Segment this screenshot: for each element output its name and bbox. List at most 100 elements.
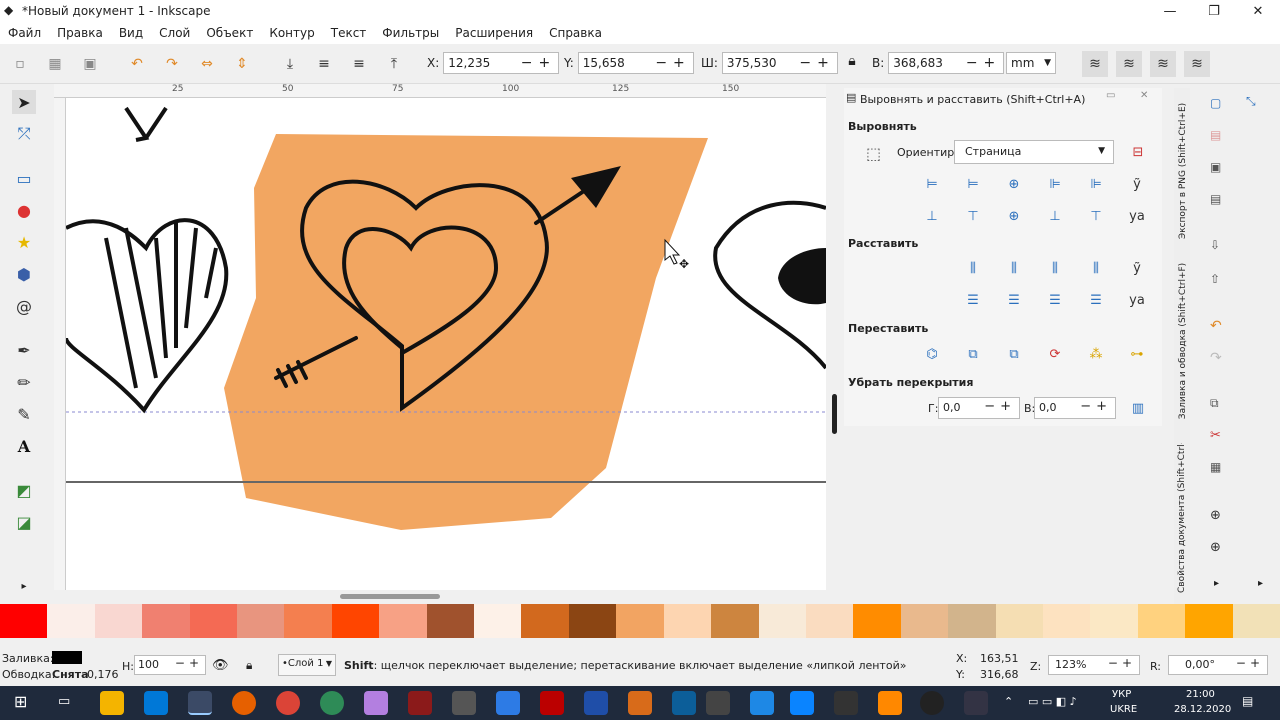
menu-text[interactable]: Текст: [323, 26, 375, 40]
zoom-selection-icon[interactable]: ⊕: [1210, 508, 1221, 523]
palette-swatch[interactable]: [94, 604, 143, 638]
zoom-stepper[interactable]: −+: [1108, 656, 1136, 670]
tab-export-png[interactable]: Экспорт в PNG (Shift+Ctrl+E): [1178, 88, 1188, 254]
palette-swatch[interactable]: [805, 604, 854, 638]
menu-edit[interactable]: Правка: [49, 26, 111, 40]
scale-corners-icon[interactable]: ≋: [1116, 51, 1142, 77]
palette-swatch[interactable]: [616, 604, 664, 638]
import-icon[interactable]: ⇩: [1210, 238, 1220, 252]
distribute-top-icon[interactable]: ☰: [961, 288, 985, 312]
align-left-icon[interactable]: ⊨: [961, 172, 985, 196]
spiral-tool-icon[interactable]: @: [12, 294, 36, 318]
save-icon[interactable]: ▣: [1210, 160, 1221, 174]
palette-swatch[interactable]: [995, 604, 1043, 638]
rectangle-tool-icon[interactable]: ▭: [12, 166, 36, 190]
v-gap-stepper[interactable]: −+: [1080, 399, 1112, 414]
tray-chevron-icon[interactable]: ⌃: [1004, 695, 1013, 708]
copy-icon[interactable]: ⧉: [1210, 396, 1219, 411]
layer-lock-icon[interactable]: 🔒︎: [246, 658, 252, 673]
panel-float-icon[interactable]: ▭: [1106, 90, 1115, 101]
palette-swatch[interactable]: [1090, 604, 1138, 638]
browser-icon[interactable]: [320, 691, 344, 715]
app9-icon[interactable]: [964, 691, 988, 715]
fill-swatch[interactable]: [52, 651, 82, 664]
text-tool-icon[interactable]: A: [12, 434, 36, 458]
menu-object[interactable]: Объект: [198, 26, 261, 40]
palette-swatch[interactable]: [379, 604, 427, 638]
menu-path[interactable]: Контур: [261, 26, 322, 40]
snap-toggle-icon[interactable]: ⤡: [1246, 94, 1256, 109]
palette-swatch[interactable]: [521, 604, 569, 638]
3d-box-tool-icon[interactable]: ⬢: [12, 262, 36, 286]
node-tool-icon[interactable]: ⤱: [12, 122, 36, 146]
menu-view[interactable]: Вид: [111, 26, 151, 40]
palette-swatch[interactable]: [948, 604, 996, 638]
hscroll-thumb[interactable]: [340, 594, 440, 599]
gradient-tool-icon[interactable]: ◩: [12, 478, 36, 502]
eye-icon[interactable]: 👁︎: [212, 658, 229, 673]
firefox-icon[interactable]: [232, 691, 256, 715]
distribute-baseline-v-icon[interactable]: ya: [1125, 288, 1149, 312]
transform-patterns-icon[interactable]: ≋: [1184, 51, 1210, 77]
graph-layout-icon[interactable]: ⌬: [920, 342, 944, 366]
h-gap-input[interactable]: 0,0 −+: [938, 397, 1020, 419]
app5-icon[interactable]: [706, 691, 730, 715]
palette-swatch[interactable]: [1232, 604, 1280, 638]
unit-select[interactable]: mm ▼: [1006, 52, 1056, 74]
star-tool-icon[interactable]: ★: [12, 230, 36, 254]
w-stepper[interactable]: −+: [799, 53, 834, 73]
y-stepper[interactable]: −+: [655, 53, 690, 73]
orange-shape[interactable]: [224, 134, 708, 530]
app6-icon[interactable]: [750, 691, 774, 715]
maximize-button[interactable]: ❐: [1192, 0, 1236, 22]
distribute-right-icon[interactable]: ⫼: [1043, 256, 1067, 280]
h-stepper[interactable]: −+: [966, 53, 1001, 73]
distribute-centers-v-icon[interactable]: ☰: [1002, 288, 1026, 312]
align-bottom-icon[interactable]: ⊥: [1043, 204, 1067, 228]
store-icon[interactable]: [144, 691, 168, 715]
rotate-cw-icon[interactable]: ↷: [162, 54, 182, 74]
inkscape-taskbar-icon[interactable]: [188, 691, 212, 715]
mesh-tool-icon[interactable]: ◪: [12, 510, 36, 534]
ellipse-tool-icon[interactable]: ●: [12, 198, 36, 222]
deselect-icon[interactable]: ▣: [80, 54, 100, 74]
align-text-baseline-icon[interactable]: ya: [1125, 204, 1149, 228]
undo-icon[interactable]: ↶: [1210, 318, 1222, 334]
menu-file[interactable]: Файл: [0, 26, 49, 40]
tray-icons[interactable]: ▭ ▭ ◧ ♪: [1028, 695, 1077, 708]
align-top-icon[interactable]: ⊤: [961, 204, 985, 228]
pencil-tool-icon[interactable]: ✏: [12, 370, 36, 394]
vscroll-thumb[interactable]: [832, 394, 837, 434]
tab-document-properties[interactable]: Свойства документа (Shift+Ctrl+D): [1177, 443, 1189, 593]
app2-icon[interactable]: [584, 691, 608, 715]
randomize-positions-icon[interactable]: ⁂: [1084, 342, 1108, 366]
transform-gradients-icon[interactable]: ≋: [1150, 51, 1176, 77]
keyboard-layout[interactable]: UKRE: [1110, 704, 1137, 715]
center-vertical-axis-icon[interactable]: ⊕: [1002, 172, 1026, 196]
align-left-to-right-icon[interactable]: ⊫: [1084, 172, 1108, 196]
more-commands-icon[interactable]: ▸: [1214, 578, 1219, 589]
app3-icon[interactable]: [628, 691, 652, 715]
cut-icon[interactable]: ✂: [1210, 428, 1221, 443]
y-input[interactable]: 15,658 −+: [577, 52, 694, 74]
scale-stroke-icon[interactable]: ≋: [1082, 51, 1108, 77]
exchange-positions-icon[interactable]: ⧉: [961, 342, 985, 366]
v-gap-input[interactable]: 0,0 −+: [1034, 397, 1116, 419]
export-icon[interactable]: ⇧: [1210, 272, 1220, 286]
app8-icon[interactable]: [834, 691, 858, 715]
rotation-stepper[interactable]: −+: [1236, 656, 1264, 670]
menu-layer[interactable]: Слой: [151, 26, 198, 40]
rotation-input[interactable]: 0,00° −+: [1168, 655, 1268, 675]
palette-swatch[interactable]: [711, 604, 759, 638]
new-document-icon[interactable]: ▢: [1210, 96, 1221, 110]
rotate-ccw-icon[interactable]: ↶: [127, 54, 147, 74]
layer-select[interactable]: •Слой 1 ▼: [278, 654, 336, 676]
exchange-order-icon[interactable]: ⧉: [1002, 342, 1026, 366]
align-top-to-bottom-icon[interactable]: ⊤: [1084, 204, 1108, 228]
palette-swatch[interactable]: [237, 604, 285, 638]
menu-help[interactable]: Справка: [541, 26, 610, 40]
opacity-stepper[interactable]: −+: [175, 656, 203, 670]
calligraphy-tool-icon[interactable]: ✎: [12, 402, 36, 426]
language-indicator[interactable]: УКР: [1112, 689, 1131, 700]
flip-horizontal-icon[interactable]: ⇔: [197, 54, 217, 74]
